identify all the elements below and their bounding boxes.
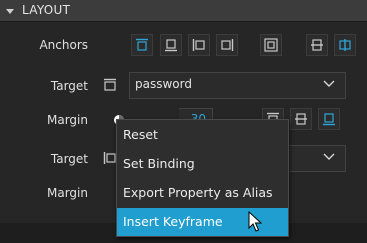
anchor-top-icon <box>136 38 148 51</box>
margin-label: Margin <box>47 113 88 127</box>
caret-down-icon <box>6 9 14 14</box>
anchor-left-button[interactable] <box>188 34 210 56</box>
target-value: password <box>135 77 192 91</box>
anchor-top-button[interactable] <box>131 34 153 56</box>
target-combobox[interactable]: password <box>129 72 346 99</box>
anchor-right-button[interactable] <box>216 34 238 56</box>
menu-item-set-binding[interactable]: Set Binding <box>117 150 288 178</box>
mouse-cursor-icon <box>248 211 262 232</box>
anchor-bottom-icon <box>323 113 335 126</box>
target-label: Target <box>50 79 88 93</box>
anchor-left-small-icon <box>103 152 116 164</box>
anchor-bottom-button[interactable] <box>160 34 182 56</box>
anchor-fill-button[interactable] <box>260 34 282 56</box>
anchors-label: Anchors <box>39 38 88 52</box>
menu-item-reset[interactable]: Reset <box>117 121 288 149</box>
target-label-2: Target <box>50 152 88 166</box>
anchor-vertical-center-icon <box>311 39 323 51</box>
margin-center-button[interactable] <box>290 108 312 130</box>
context-menu: Reset Set Binding Export Property as Ali… <box>116 119 289 237</box>
anchor-vertical-center-icon <box>295 113 307 125</box>
section-title: LAYOUT <box>22 3 71 17</box>
margin-bottom-button[interactable] <box>318 108 340 130</box>
chevron-down-icon <box>323 153 335 160</box>
anchor-right-icon <box>221 39 234 51</box>
anchor-vcenter-button[interactable] <box>306 34 328 56</box>
anchor-left-icon <box>192 39 205 51</box>
anchor-top-small-icon <box>104 78 116 91</box>
margin-label-2: Margin <box>47 186 88 200</box>
menu-item-export-property-as-alias[interactable]: Export Property as Alias <box>117 179 288 207</box>
section-header-layout[interactable]: LAYOUT <box>0 0 367 22</box>
anchor-hcenter-button[interactable] <box>334 34 356 56</box>
chevron-down-icon <box>323 80 335 87</box>
anchor-bottom-icon <box>165 39 177 52</box>
anchor-fill-icon <box>264 38 278 52</box>
menu-item-insert-keyframe[interactable]: Insert Keyframe <box>117 208 288 236</box>
anchor-horizontal-center-icon <box>339 39 351 51</box>
